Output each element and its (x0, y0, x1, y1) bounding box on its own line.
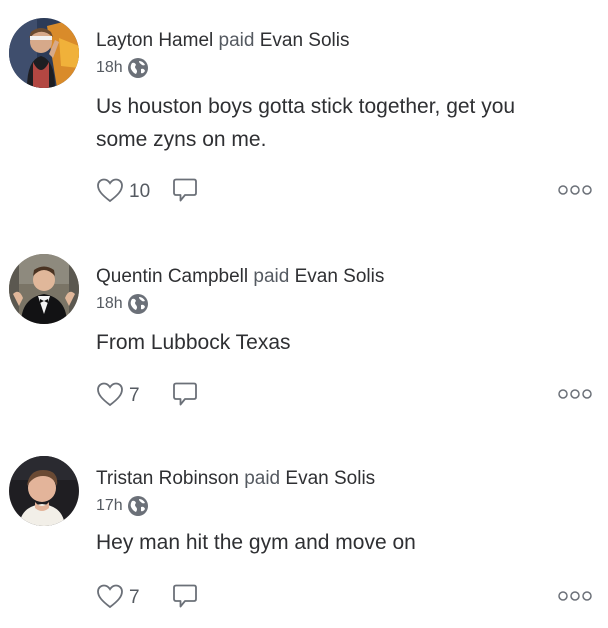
comment-icon (171, 176, 199, 209)
actor-name[interactable]: Layton Hamel (96, 30, 213, 51)
globe-icon (127, 293, 149, 315)
avatar[interactable] (9, 18, 79, 88)
heart-icon (96, 381, 124, 412)
timestamp: 18h (96, 59, 123, 76)
more-button[interactable] (558, 183, 592, 201)
story-actions: 10 (96, 176, 592, 208)
comment-button[interactable] (171, 380, 199, 413)
more-button[interactable] (558, 387, 592, 405)
story-meta: 18h (96, 292, 149, 316)
action-verb: paid (244, 468, 281, 489)
more-icon (558, 183, 592, 201)
avatar[interactable] (9, 456, 79, 526)
target-name[interactable]: Evan Solis (285, 468, 375, 489)
comment-button[interactable] (171, 582, 199, 615)
globe-icon (127, 495, 149, 517)
heart-icon (96, 177, 124, 208)
story-meta: 18h (96, 56, 149, 80)
timestamp: 18h (96, 295, 123, 312)
payment-note: Hey man hit the gym and move on (96, 526, 586, 559)
globe-icon (127, 57, 149, 79)
story-meta: 17h (96, 494, 149, 518)
avatar[interactable] (9, 254, 79, 324)
payment-feed: Layton Hamel paid Evan Solis 18h Us hous… (0, 0, 608, 628)
note-line: From Lubbock Texas (96, 331, 291, 354)
comment-icon (171, 582, 199, 615)
feed-story: Tristan Robinson paid Evan Solis 17h Hey… (0, 456, 608, 628)
more-icon (558, 387, 592, 405)
target-name[interactable]: Evan Solis (295, 266, 385, 287)
like-count: 7 (129, 385, 140, 406)
action-verb: paid (253, 266, 290, 287)
payment-note: Us houston boys gotta stick together, ge… (96, 90, 586, 156)
timestamp: 17h (96, 497, 123, 514)
comment-icon (171, 380, 199, 413)
target-name[interactable]: Evan Solis (260, 30, 350, 51)
feed-story: Quentin Campbell paid Evan Solis 18h Fro… (0, 254, 608, 422)
more-button[interactable] (558, 589, 592, 607)
note-line: Hey man hit the gym and move on (96, 531, 416, 554)
action-verb: paid (218, 30, 255, 51)
story-actions: 7 (96, 582, 592, 614)
note-line: some zyns on me. (96, 128, 267, 151)
more-icon (558, 589, 592, 607)
story-header: Tristan Robinson paid Evan Solis (96, 468, 375, 490)
actor-name[interactable]: Tristan Robinson (96, 468, 239, 489)
story-header: Quentin Campbell paid Evan Solis (96, 266, 384, 288)
like-button[interactable]: 7 (96, 583, 153, 614)
like-count: 7 (129, 587, 140, 608)
heart-icon (96, 583, 124, 614)
note-line: Us houston boys gotta stick together, ge… (96, 95, 516, 118)
like-button[interactable]: 7 (96, 381, 153, 412)
feed-story: Layton Hamel paid Evan Solis 18h Us hous… (0, 18, 608, 218)
like-button[interactable]: 10 (96, 177, 153, 208)
actor-name[interactable]: Quentin Campbell (96, 266, 248, 287)
comment-button[interactable] (171, 176, 199, 209)
like-count: 10 (129, 181, 151, 202)
story-header: Layton Hamel paid Evan Solis (96, 30, 350, 52)
payment-note: From Lubbock Texas (96, 326, 586, 359)
story-actions: 7 (96, 380, 592, 412)
